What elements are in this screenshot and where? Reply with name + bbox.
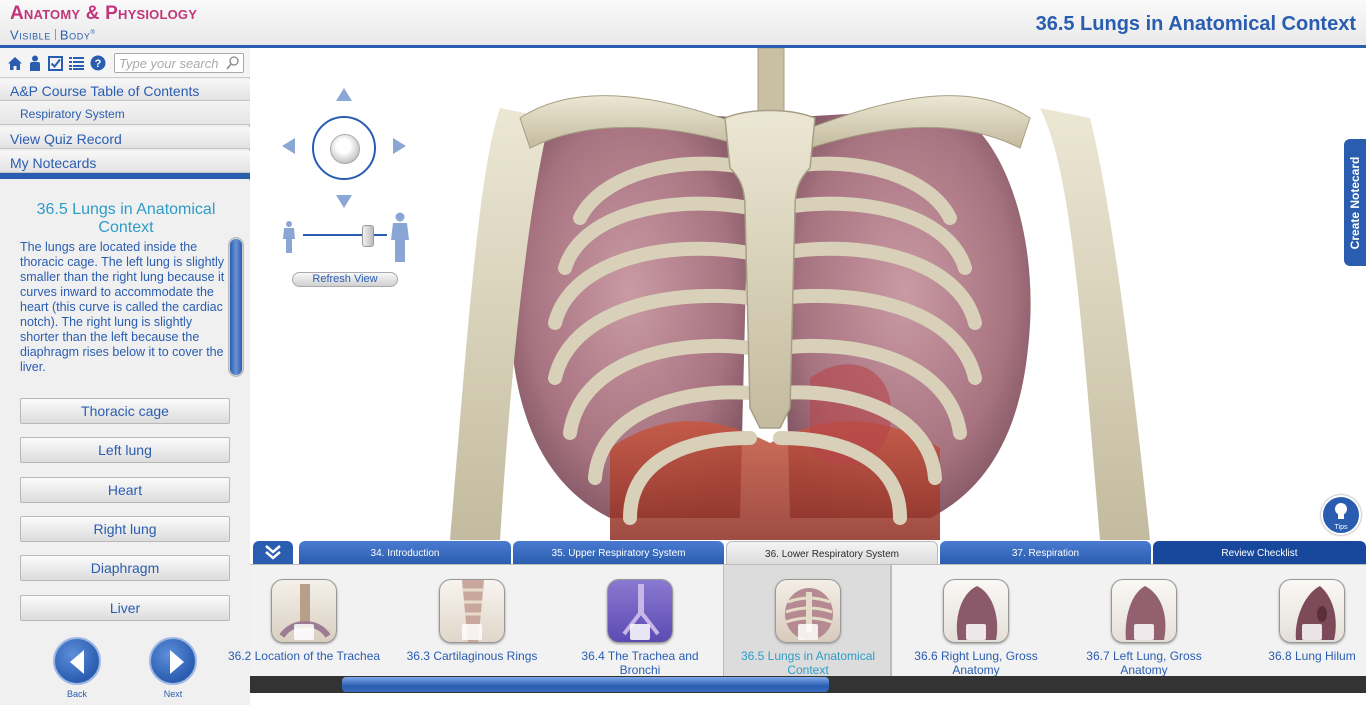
structure-button-right-lung[interactable]: Right lung (20, 516, 230, 542)
lesson-label-36-5[interactable]: 36.5 Lungs in Anatomical Context (728, 649, 888, 677)
zoom-slider-track[interactable] (303, 234, 387, 236)
3d-model-icon (966, 624, 986, 640)
app-logo[interactable]: Anatomy & Physiology Visible Body® (10, 3, 197, 43)
nav-quiz-record[interactable]: View Quiz Record (0, 127, 250, 149)
lesson-thumb-36-4[interactable] (607, 579, 673, 643)
sidebar-toolbar: ? (0, 48, 250, 78)
search-box (114, 53, 244, 73)
structure-button-heart[interactable]: Heart (20, 477, 230, 503)
tips-label: Tips (1334, 524, 1348, 531)
content-scrollbar-thumb[interactable] (230, 239, 242, 375)
3d-model-icon (798, 624, 818, 640)
3d-model-icon (1134, 624, 1154, 640)
nav-respiratory-system[interactable]: Respiratory System (0, 101, 250, 125)
lesson-strip: 36.2 Location of the Trachea 36.3 Cartil… (228, 564, 1366, 677)
chapter-tabbar: 34. Introduction 35. Upper Respiratory S… (250, 540, 1366, 564)
rotate-right-icon[interactable] (393, 138, 406, 154)
strip-divider (891, 565, 892, 677)
sidebar: ? A&P Course Table of Contents Respirato… (0, 48, 250, 705)
nav-course-toc[interactable]: A&P Course Table of Contents (0, 79, 250, 101)
structure-button-liver[interactable]: Liver (20, 595, 230, 621)
video-icon (630, 624, 650, 640)
page-title: 36.5 Lungs in Anatomical Context (1035, 13, 1356, 35)
lesson-thumb-36-6[interactable] (943, 579, 1009, 643)
nav-divider (0, 173, 250, 179)
3d-model-icon (1302, 624, 1322, 640)
content-scrollbar[interactable] (228, 237, 244, 377)
person-icon[interactable] (27, 55, 43, 71)
lesson-thumb-36-2[interactable] (271, 579, 337, 643)
anatomy-model[interactable] (250, 48, 1366, 540)
tab-review-checklist[interactable]: Review Checklist (1153, 541, 1366, 564)
checklist-icon[interactable] (47, 55, 63, 71)
content-panel: 36.5 Lungs in Anatomical Context The lun… (0, 181, 250, 705)
structure-button-left-lung[interactable]: Left lung (20, 437, 230, 463)
lesson-thumb-36-8[interactable] (1279, 579, 1345, 643)
lightbulb-icon (1335, 503, 1347, 519)
logo-body: Body (59, 27, 91, 43)
lesson-label-36-8[interactable]: 36.8 Lung Hilum (1232, 649, 1366, 663)
logo-title: Anatomy & Physiology (10, 3, 198, 24)
next-button[interactable] (149, 637, 197, 685)
lesson-strip-scrollbar-thumb[interactable] (342, 677, 829, 692)
lesson-label-36-2[interactable]: 36.2 Location of the Trachea (224, 649, 384, 663)
lesson-thumb-36-3[interactable] (439, 579, 505, 643)
refresh-view-button[interactable]: Refresh View (292, 272, 398, 287)
app-window: Anatomy & Physiology Visible Body® 36.5 L… (0, 0, 1366, 705)
structure-button-diaphragm[interactable]: Diaphragm (20, 555, 230, 581)
svg-text:?: ? (95, 58, 102, 70)
lesson-label-36-6[interactable]: 36.6 Right Lung, Gross Anatomy (896, 649, 1056, 677)
create-notecard-label: Create Notecard (1348, 156, 1362, 249)
rotate-down-icon[interactable] (336, 195, 352, 208)
lesson-label-36-7[interactable]: 36.7 Left Lung, Gross Anatomy (1064, 649, 1224, 677)
search-input[interactable] (115, 54, 223, 72)
tab-respiration[interactable]: 37. Respiration (940, 541, 1151, 564)
orbit-control[interactable] (312, 116, 376, 180)
3d-model-icon (294, 624, 314, 640)
lesson-thumb-36-7[interactable] (1111, 579, 1177, 643)
3d-viewer[interactable]: Refresh View Create Notecard Tips (250, 48, 1366, 540)
back-arrow-icon (70, 650, 84, 674)
header: Anatomy & Physiology Visible Body® 36.5 L… (0, 0, 1366, 48)
double-chevron-down-icon (265, 545, 281, 560)
collapse-tray-button[interactable] (253, 541, 293, 564)
logo-visible: Visible (10, 27, 51, 43)
lesson-label-36-4[interactable]: 36.4 The Trachea and Bronchi (560, 649, 720, 677)
back-label: Back (66, 689, 87, 699)
home-icon[interactable] (7, 55, 23, 71)
zoom-slider-thumb[interactable] (362, 225, 374, 247)
lesson-label-36-3[interactable]: 36.3 Cartilaginous Rings (392, 649, 552, 663)
nav-my-notecards[interactable]: My Notecards (0, 151, 250, 173)
list-icon[interactable] (68, 55, 84, 71)
back-button[interactable] (53, 637, 101, 685)
3d-model-icon (462, 624, 482, 640)
lesson-strip-scrollbar[interactable] (250, 676, 1366, 693)
logo-subtitle: Visible Body® (10, 27, 96, 43)
bottom-margin (250, 693, 1366, 705)
structure-button-thoracic-cage[interactable]: Thoracic cage (20, 398, 230, 424)
rotate-left-icon[interactable] (282, 138, 295, 154)
tab-upper-respiratory[interactable]: 35. Upper Respiratory System (513, 541, 724, 564)
content-title: 36.5 Lungs in Anatomical Context (36, 201, 216, 236)
help-icon[interactable]: ? (90, 55, 106, 71)
lesson-thumb-36-5[interactable] (775, 579, 841, 643)
tab-lower-respiratory[interactable]: 36. Lower Respiratory System (726, 541, 938, 564)
create-notecard-tab[interactable]: Create Notecard (1344, 139, 1366, 266)
next-label: Next (163, 689, 183, 699)
next-arrow-icon (170, 650, 184, 674)
rotate-up-icon[interactable] (336, 88, 352, 101)
tab-introduction[interactable]: 34. Introduction (299, 541, 511, 564)
content-body: The lungs are located inside the thoraci… (20, 240, 225, 374)
tips-button[interactable]: Tips (1321, 495, 1361, 535)
orbit-knob[interactable] (330, 134, 360, 164)
zoom-in-person-icon[interactable] (390, 212, 410, 262)
zoom-out-person-icon[interactable] (282, 221, 296, 253)
search-icon[interactable] (226, 56, 239, 75)
